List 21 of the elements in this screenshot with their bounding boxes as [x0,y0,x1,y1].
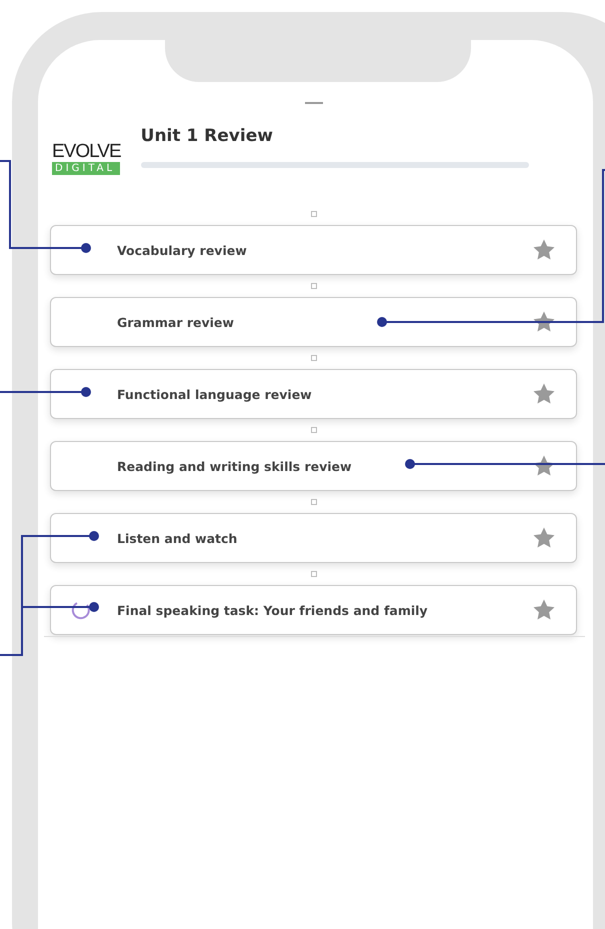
star-icon[interactable] [532,310,556,334]
drag-handle-icon [304,102,322,104]
activity-card[interactable]: Reading and writing skills review [50,441,577,491]
activity-title: Reading and writing skills review [117,458,352,474]
activity-title: Listen and watch [117,530,238,546]
unit-title: Unit 1 Review [140,126,274,146]
logo-badge: DIGITAL [52,162,120,175]
activity-card[interactable]: Grammar review [50,297,577,347]
star-icon[interactable] [532,598,556,622]
activity-title: Grammar review [117,314,234,330]
activity-title: Vocabulary review [117,242,247,258]
activity-card[interactable]: Final speaking task: Your friends and family [50,585,577,635]
activity-title: Functional language review [117,386,312,402]
star-icon[interactable] [532,526,556,550]
logo-text: EVOLVE [52,142,121,162]
star-icon[interactable] [532,382,556,406]
activity-card[interactable]: Listen and watch [50,513,577,563]
activity-card[interactable]: Vocabulary review [50,225,577,275]
activity-card[interactable]: Functional language review [50,369,577,419]
activity-title: Final speaking task: Your friends and family [117,602,428,618]
star-icon[interactable] [532,238,556,262]
